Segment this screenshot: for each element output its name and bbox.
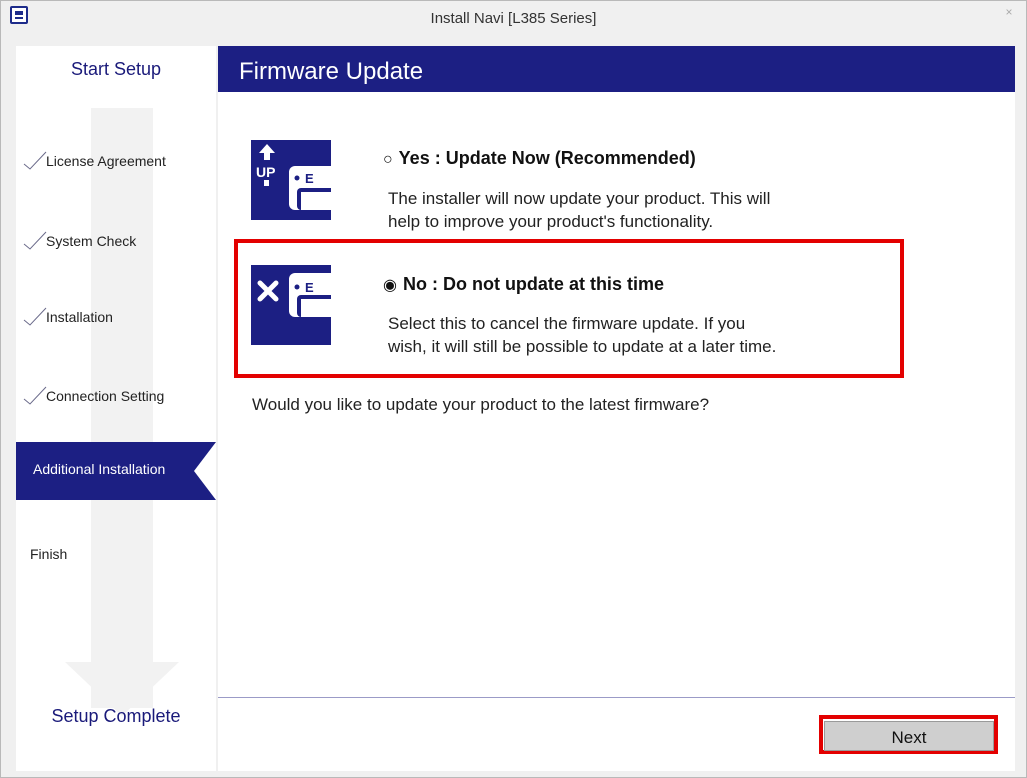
firmware-skip-icon[interactable]: E xyxy=(251,265,331,345)
step-label: Connection Setting xyxy=(46,388,165,404)
svg-text:E: E xyxy=(305,280,314,295)
footer-divider xyxy=(218,697,1015,698)
steps-sidebar: Start Setup License Agreement System Che… xyxy=(16,46,216,771)
step-connection-setting: Connection Setting xyxy=(16,383,216,413)
close-icon[interactable]: × xyxy=(996,2,1022,22)
update-up-icon: UP E xyxy=(256,144,331,210)
firmware-update-icon[interactable]: UP E xyxy=(251,140,331,220)
checkmark-icon xyxy=(23,151,47,170)
sidebar-header: Start Setup xyxy=(70,59,162,79)
step-finish: Finish xyxy=(16,541,216,571)
sidebar-footer: Setup Complete xyxy=(51,706,181,726)
svg-text:E: E xyxy=(305,171,314,186)
step-label: Installation xyxy=(46,309,113,325)
cancel-x-icon: E xyxy=(257,273,331,317)
option-yes-description: The installer will now update your produ… xyxy=(388,187,908,233)
option-no-description: Select this to cancel the firmware updat… xyxy=(388,312,908,358)
next-button[interactable]: Next xyxy=(824,721,994,751)
option-no-desc-line1: Select this to cancel the firmware updat… xyxy=(388,314,746,333)
option-no-update[interactable]: ◉ No : Do not update at this time xyxy=(383,274,664,295)
step-installation: Installation xyxy=(16,304,216,334)
step-license-agreement: License Agreement xyxy=(16,148,216,178)
title-bar: Install Navi [L385 Series] × xyxy=(1,1,1026,37)
step-system-check: System Check xyxy=(16,228,216,258)
checkmark-icon xyxy=(23,231,47,250)
window-title: Install Navi [L385 Series] xyxy=(430,10,597,27)
update-question: Would you like to update your product to… xyxy=(252,395,710,414)
step-label: License Agreement xyxy=(46,153,166,169)
checkmark-icon xyxy=(23,386,47,405)
option-no-desc-line2: wish, it will still be possible to updat… xyxy=(388,337,777,356)
step-label: System Check xyxy=(46,233,137,249)
option-yes-update-now[interactable]: ○ Yes : Update Now (Recommended) xyxy=(383,148,696,169)
checkmark-icon xyxy=(23,307,47,326)
step-label: Additional Installation xyxy=(33,461,166,477)
radio-no[interactable]: ◉ xyxy=(383,277,397,294)
main-panel: Firmware Update UP E ○ Yes : Update Now (… xyxy=(218,46,1015,771)
radio-yes[interactable]: ○ xyxy=(383,151,393,168)
option-yes-label: Yes : Update Now (Recommended) xyxy=(398,148,696,168)
installer-window: Install Navi [L385 Series] × Start Setup… xyxy=(0,0,1027,778)
svg-text:UP: UP xyxy=(256,164,275,180)
option-yes-desc-line2: help to improve your product's functiona… xyxy=(388,212,714,231)
main-header: Firmware Update xyxy=(218,46,1015,92)
option-no-label: No : Do not update at this time xyxy=(402,274,664,294)
page-title: Firmware Update xyxy=(239,58,424,85)
active-step-notch xyxy=(194,442,216,500)
step-additional-installation: Additional Installation xyxy=(16,442,216,500)
option-yes-desc-line1: The installer will now update your produ… xyxy=(388,189,771,208)
step-label: Finish xyxy=(30,546,68,562)
